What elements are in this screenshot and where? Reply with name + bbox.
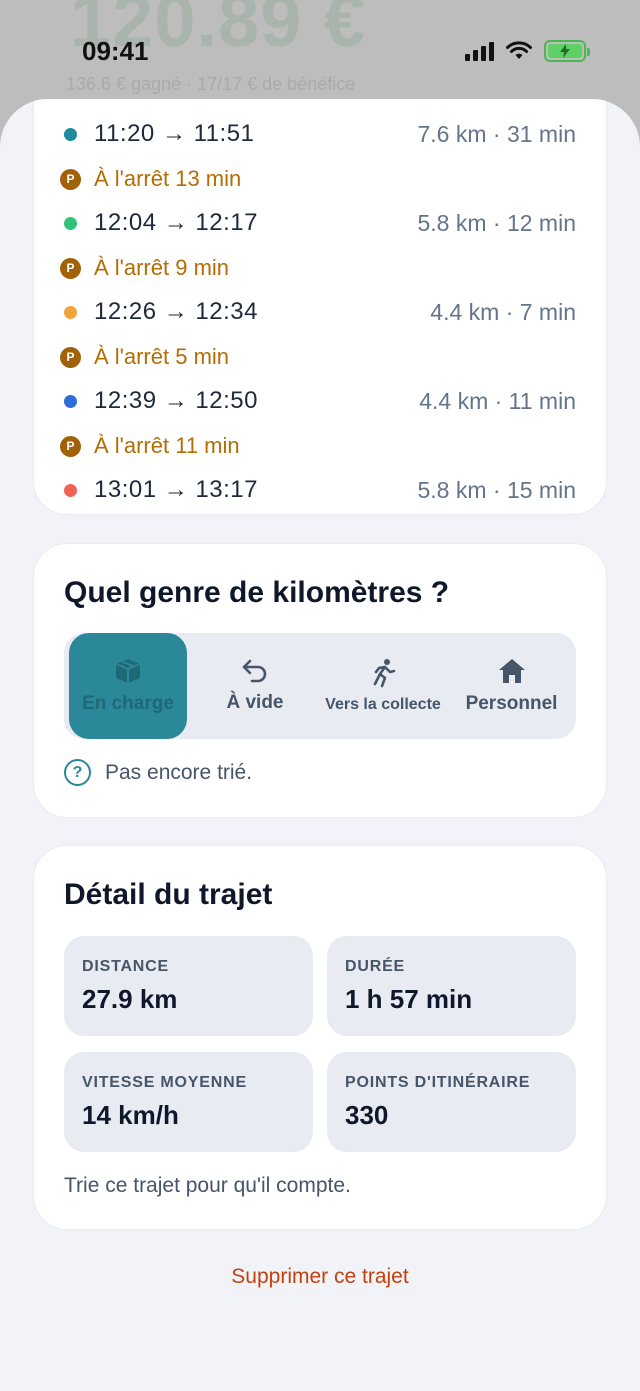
segment-time: 11:20 → 11:51 — [94, 120, 255, 147]
stop-duration: À l'arrêt 9 min — [94, 255, 230, 280]
house-icon — [498, 659, 525, 683]
option-personnel[interactable]: Personnel — [447, 633, 576, 739]
stat-duration: DURÉE 1 h 57 min — [327, 936, 576, 1036]
option-label: À vide — [226, 692, 284, 713]
stop-row: P À l'arrêt 9 min — [34, 248, 608, 288]
stat-distance: DISTANCE 27.9 km — [64, 936, 313, 1036]
option-en-charge[interactable]: En charge — [69, 633, 187, 739]
trip-detail-title: Détail du trajet — [64, 878, 273, 911]
segments-card: 11:20 → 11:51 7.6 km · 31 min P À l'arrê… — [33, 99, 607, 515]
segment-row: 12:04 → 12:17 5.8 km · 12 min — [34, 203, 608, 243]
stat-route-points: POINTS D'ITINÉRAIRE 330 — [327, 1052, 576, 1152]
segment-meta: 5.8 km · 12 min — [417, 209, 577, 236]
segment-dot — [64, 127, 77, 141]
segment-row: 13:01 → 13:17 5.8 km · 15 min — [34, 470, 608, 510]
kilometer-kind-title: Quel genre de kilomètres ? — [64, 576, 450, 609]
undo-arrow-icon — [242, 659, 267, 683]
detail-note: Trie ce trajet pour qu'il compte. — [64, 1174, 351, 1197]
stat-label: DISTANCE — [82, 958, 169, 975]
kilometer-kind-selector: En charge À vide Vers la collecte Person… — [64, 633, 576, 739]
segment-time: 12:26 → 12:34 — [94, 298, 258, 325]
battery-charging-icon — [544, 40, 590, 62]
help-circle-icon: ? — [64, 759, 91, 786]
box-icon — [115, 659, 141, 683]
segment-meta: 4.4 km · 7 min — [430, 298, 576, 325]
stop-duration: À l'arrêt 13 min — [94, 166, 242, 191]
stat-value: 14 km/h — [82, 1100, 179, 1130]
status-icons — [465, 40, 590, 62]
stat-value: 330 — [345, 1100, 389, 1130]
parking-icon: P — [60, 257, 81, 279]
trip-detail-card: Détail du trajet DISTANCE 27.9 km DURÉE … — [33, 845, 607, 1230]
segment-dot — [64, 483, 77, 497]
status-time: 09:41 — [82, 36, 149, 66]
segment-dot — [64, 216, 77, 230]
segment-time: 12:39 → 12:50 — [94, 387, 258, 414]
segment-time: 13:01 → 13:17 — [94, 476, 258, 503]
stat-label: POINTS D'ITINÉRAIRE — [345, 1074, 531, 1091]
segment-meta: 4.4 km · 11 min — [419, 387, 576, 414]
running-person-icon — [373, 659, 396, 688]
segment-dot — [64, 305, 77, 319]
delete-trip-button[interactable]: Supprimer ce trajet — [0, 1265, 640, 1289]
trip-detail-sheet: 11:20 → 11:51 7.6 km · 31 min P À l'arrê… — [0, 99, 640, 1391]
stop-duration: À l'arrêt 11 min — [94, 433, 240, 458]
kilometer-kind-card: Quel genre de kilomètres ? En charge À v… — [33, 543, 607, 818]
stat-value: 1 h 57 min — [345, 984, 473, 1014]
signal-icon — [465, 41, 494, 61]
stop-row: P À l'arrêt 11 min — [34, 426, 608, 466]
stat-average-speed: VITESSE MOYENNE 14 km/h — [64, 1052, 313, 1152]
segment-row: 12:39 → 12:50 4.4 km · 11 min — [34, 381, 608, 421]
stat-label: VITESSE MOYENNE — [82, 1074, 247, 1091]
parking-icon: P — [60, 435, 81, 457]
option-label: Personnel — [465, 693, 558, 714]
segment-time: 12:04 → 12:17 — [94, 209, 258, 236]
stop-duration: À l'arrêt 5 min — [94, 344, 230, 369]
stop-row: P À l'arrêt 13 min — [34, 159, 608, 199]
stop-row: P À l'arrêt 5 min — [34, 337, 608, 377]
segment-row: 11:20 → 11:51 7.6 km · 31 min — [34, 114, 608, 154]
segment-meta: 5.8 km · 15 min — [417, 476, 577, 503]
parking-icon: P — [60, 168, 81, 190]
status-bar: 09:41 — [0, 0, 640, 100]
wifi-icon — [506, 41, 532, 59]
option-vers-la-collecte[interactable]: Vers la collecte — [319, 633, 447, 739]
option-a-vide[interactable]: À vide — [191, 633, 319, 739]
segment-row: 12:26 → 12:34 4.4 km · 7 min — [34, 292, 608, 332]
stat-label: DURÉE — [345, 958, 406, 975]
parking-icon: P — [60, 346, 81, 368]
option-label: Vers la collecte — [325, 696, 441, 713]
stat-value: 27.9 km — [82, 984, 178, 1014]
segment-dot — [64, 394, 77, 408]
option-label: En charge — [82, 693, 174, 714]
sort-status: ? Pas encore trié. — [64, 759, 252, 786]
sort-status-text: Pas encore trié. — [105, 760, 253, 784]
segment-meta: 7.6 km · 31 min — [417, 120, 577, 147]
